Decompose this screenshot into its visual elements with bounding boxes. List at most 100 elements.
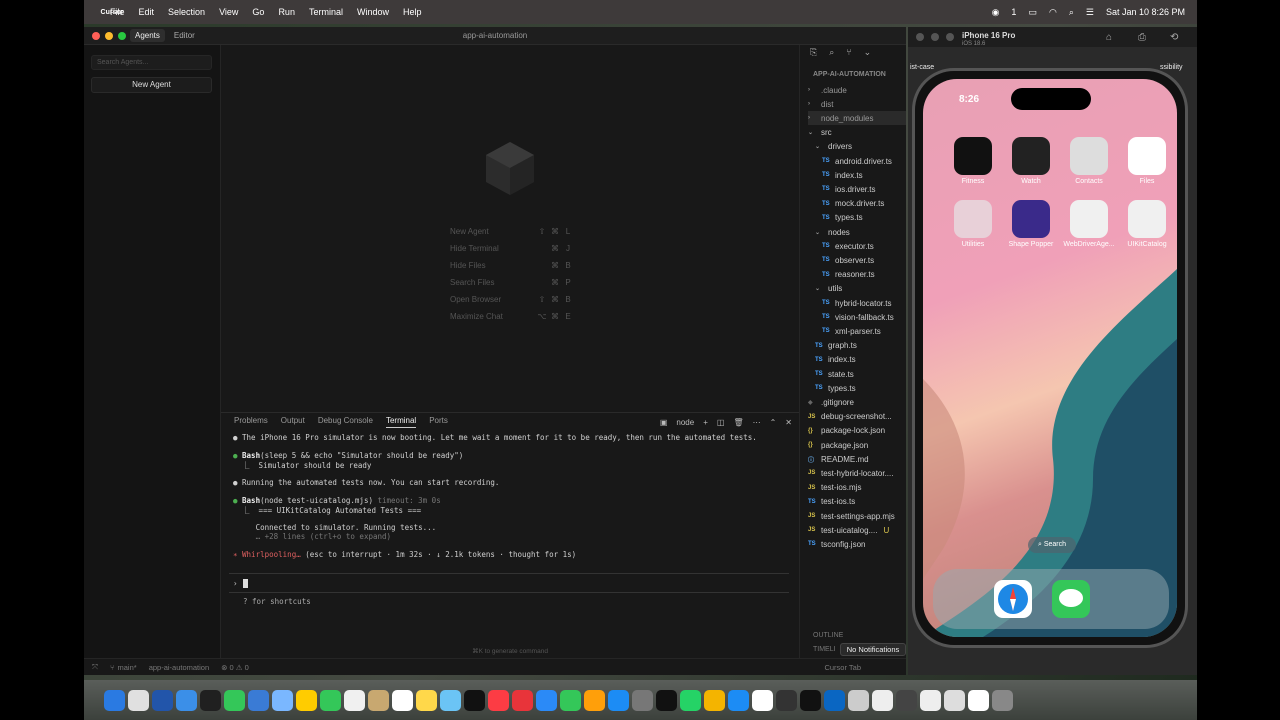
menu-item[interactable]: View bbox=[219, 7, 238, 17]
rotate-icon[interactable]: ⟲ bbox=[1170, 32, 1178, 43]
dock-app-icon[interactable] bbox=[848, 689, 869, 711]
file-tree-item[interactable]: TS types.ts bbox=[815, 381, 906, 395]
dock-app-icon[interactable] bbox=[584, 689, 605, 711]
app-icon-shapepopper[interactable]: Shape Popper bbox=[1003, 200, 1059, 248]
home-screen[interactable]: 8:26 Fitness Watch Contacts Files Utilities S… bbox=[923, 79, 1177, 637]
dock-app-icon[interactable] bbox=[632, 689, 653, 711]
panel-tab[interactable]: Output bbox=[281, 416, 305, 428]
dock-app-icon[interactable] bbox=[872, 689, 893, 711]
dock-app-icon[interactable] bbox=[536, 689, 557, 711]
dock-app-icon[interactable] bbox=[608, 689, 629, 711]
file-tree-item[interactable]: TS observer.ts bbox=[822, 253, 906, 267]
dock-app-icon[interactable] bbox=[680, 689, 701, 711]
dock-app-icon[interactable] bbox=[416, 689, 437, 711]
dock-app-icon[interactable] bbox=[992, 689, 1013, 711]
maximize-button[interactable] bbox=[118, 31, 126, 40]
file-tree-item[interactable]: ⌄ src bbox=[808, 126, 906, 140]
app-icon-utilities[interactable]: Utilities bbox=[945, 200, 1001, 248]
safari-icon[interactable] bbox=[994, 580, 1032, 618]
clock[interactable]: Sat Jan 10 8:26 PM bbox=[1106, 7, 1185, 17]
app-icon-webdriverage[interactable]: WebDriverAge... bbox=[1061, 200, 1117, 248]
dock-app-icon[interactable] bbox=[272, 689, 293, 711]
app-icon-watch[interactable]: Watch bbox=[1003, 137, 1059, 185]
panel-tab[interactable]: Debug Console bbox=[318, 416, 373, 428]
spotlight-search-pill[interactable]: ⌕ Search bbox=[1028, 537, 1076, 553]
app-icon-files[interactable]: Files bbox=[1119, 137, 1175, 185]
menu-item[interactable]: Window bbox=[357, 7, 389, 17]
tab-editor[interactable]: Editor bbox=[169, 29, 200, 42]
file-tree-item[interactable]: TS index.ts bbox=[815, 353, 906, 367]
trash-icon[interactable]: 🗑 bbox=[733, 418, 743, 427]
close-button[interactable] bbox=[916, 33, 924, 41]
dock-app-icon[interactable] bbox=[320, 689, 341, 711]
terminal-icon[interactable]: ▣ bbox=[660, 418, 668, 427]
file-tree-item[interactable]: TS android.driver.ts bbox=[822, 154, 906, 168]
record-icon[interactable]: ◉ bbox=[992, 7, 1000, 18]
file-tree-item[interactable]: {} package-lock.json bbox=[808, 424, 906, 438]
file-tree-item[interactable]: TS ios.driver.ts bbox=[822, 182, 906, 196]
messages-icon[interactable] bbox=[1052, 580, 1090, 618]
add-terminal-icon[interactable]: + bbox=[703, 418, 708, 427]
git-branch[interactable]: main* bbox=[118, 663, 137, 672]
file-tree-item[interactable]: ⌄ nodes bbox=[815, 225, 906, 239]
files-icon[interactable]: ⎘ bbox=[810, 47, 817, 58]
chevron-down-icon[interactable]: ⌄ bbox=[864, 47, 872, 58]
file-tree-item[interactable]: TS xml-parser.ts bbox=[822, 324, 906, 338]
file-tree-item[interactable]: ⓘ README.md bbox=[808, 452, 906, 466]
dock-app-icon[interactable] bbox=[248, 689, 269, 711]
app-icon-contacts[interactable]: Contacts bbox=[1061, 137, 1117, 185]
git-branch-icon[interactable]: ⑂ bbox=[110, 663, 115, 672]
file-tree-item[interactable]: JS test-hybrid-locator.... bbox=[808, 466, 906, 480]
dock-app-icon[interactable] bbox=[128, 689, 149, 711]
dock-app-icon[interactable] bbox=[392, 689, 413, 711]
file-tree-item[interactable]: TS state.ts bbox=[815, 367, 906, 381]
dock-app-icon[interactable] bbox=[464, 689, 485, 711]
close-button[interactable] bbox=[92, 31, 100, 40]
minimize-button[interactable] bbox=[105, 31, 113, 40]
tab-agents[interactable]: Agents bbox=[130, 29, 165, 42]
app-menu[interactable]: Cursor bbox=[84, 9, 140, 16]
battery-icon[interactable]: ▭ bbox=[1028, 7, 1037, 18]
panel-tab[interactable]: Ports bbox=[429, 416, 448, 428]
timeline-section[interactable]: TIMELI bbox=[813, 646, 836, 653]
home-icon[interactable]: ⌂ bbox=[1106, 32, 1112, 43]
file-tree-item[interactable]: JS debug-screenshot... bbox=[808, 410, 906, 424]
file-tree-item[interactable]: TS tsconfig.json bbox=[808, 537, 906, 551]
dock-app-icon[interactable] bbox=[344, 689, 365, 711]
screenshot-icon[interactable]: ⎙ bbox=[1138, 32, 1146, 43]
file-tree-item[interactable]: TS hybrid-locator.ts bbox=[822, 296, 906, 310]
menu-item[interactable]: Go bbox=[252, 7, 264, 17]
file-tree-item[interactable]: ⌄ drivers bbox=[815, 140, 906, 154]
menu-item[interactable]: Terminal bbox=[309, 7, 343, 17]
dock-app-icon[interactable] bbox=[656, 689, 677, 711]
file-tree-item[interactable]: TS reasoner.ts bbox=[822, 268, 906, 282]
shell-name[interactable]: node bbox=[676, 418, 694, 427]
dock-app-icon[interactable] bbox=[944, 689, 965, 711]
file-tree-item[interactable]: TS test-ios.ts bbox=[808, 495, 906, 509]
search-icon[interactable]: ⌕ bbox=[1069, 7, 1074, 18]
dock-app-icon[interactable] bbox=[800, 689, 821, 711]
dock-app-icon[interactable] bbox=[296, 689, 317, 711]
remote-icon[interactable]: ⤧ bbox=[92, 662, 98, 672]
control-center-icon[interactable]: ☰ bbox=[1086, 7, 1094, 18]
menu-item[interactable]: Help bbox=[403, 7, 422, 17]
app-icon-uikitcatalog[interactable]: UIKitCatalog bbox=[1119, 200, 1175, 248]
file-tree-item[interactable]: › node_modules bbox=[808, 111, 906, 126]
file-tree-item[interactable]: TS executor.ts bbox=[822, 239, 906, 253]
file-tree-item[interactable]: › dist bbox=[808, 97, 906, 111]
terminal-prompt-input[interactable]: › bbox=[229, 573, 789, 593]
cursor-tab-status[interactable]: Cursor Tab bbox=[824, 663, 861, 672]
dock-app-icon[interactable] bbox=[512, 689, 533, 711]
dock-app-icon[interactable] bbox=[560, 689, 581, 711]
dock-app-icon[interactable] bbox=[968, 689, 989, 711]
dock-app-icon[interactable] bbox=[440, 689, 461, 711]
dock-app-icon[interactable] bbox=[368, 689, 389, 711]
maximize-button[interactable] bbox=[946, 33, 955, 41]
dock-app-icon[interactable] bbox=[776, 689, 797, 711]
more-icon[interactable]: ⋯ bbox=[753, 418, 761, 427]
file-tree-item[interactable]: TS types.ts bbox=[822, 211, 906, 225]
dock-app-icon[interactable] bbox=[152, 689, 173, 711]
dock-app-icon[interactable] bbox=[104, 689, 125, 711]
dock-app-icon[interactable] bbox=[488, 689, 509, 711]
dock-app-icon[interactable] bbox=[752, 689, 773, 711]
